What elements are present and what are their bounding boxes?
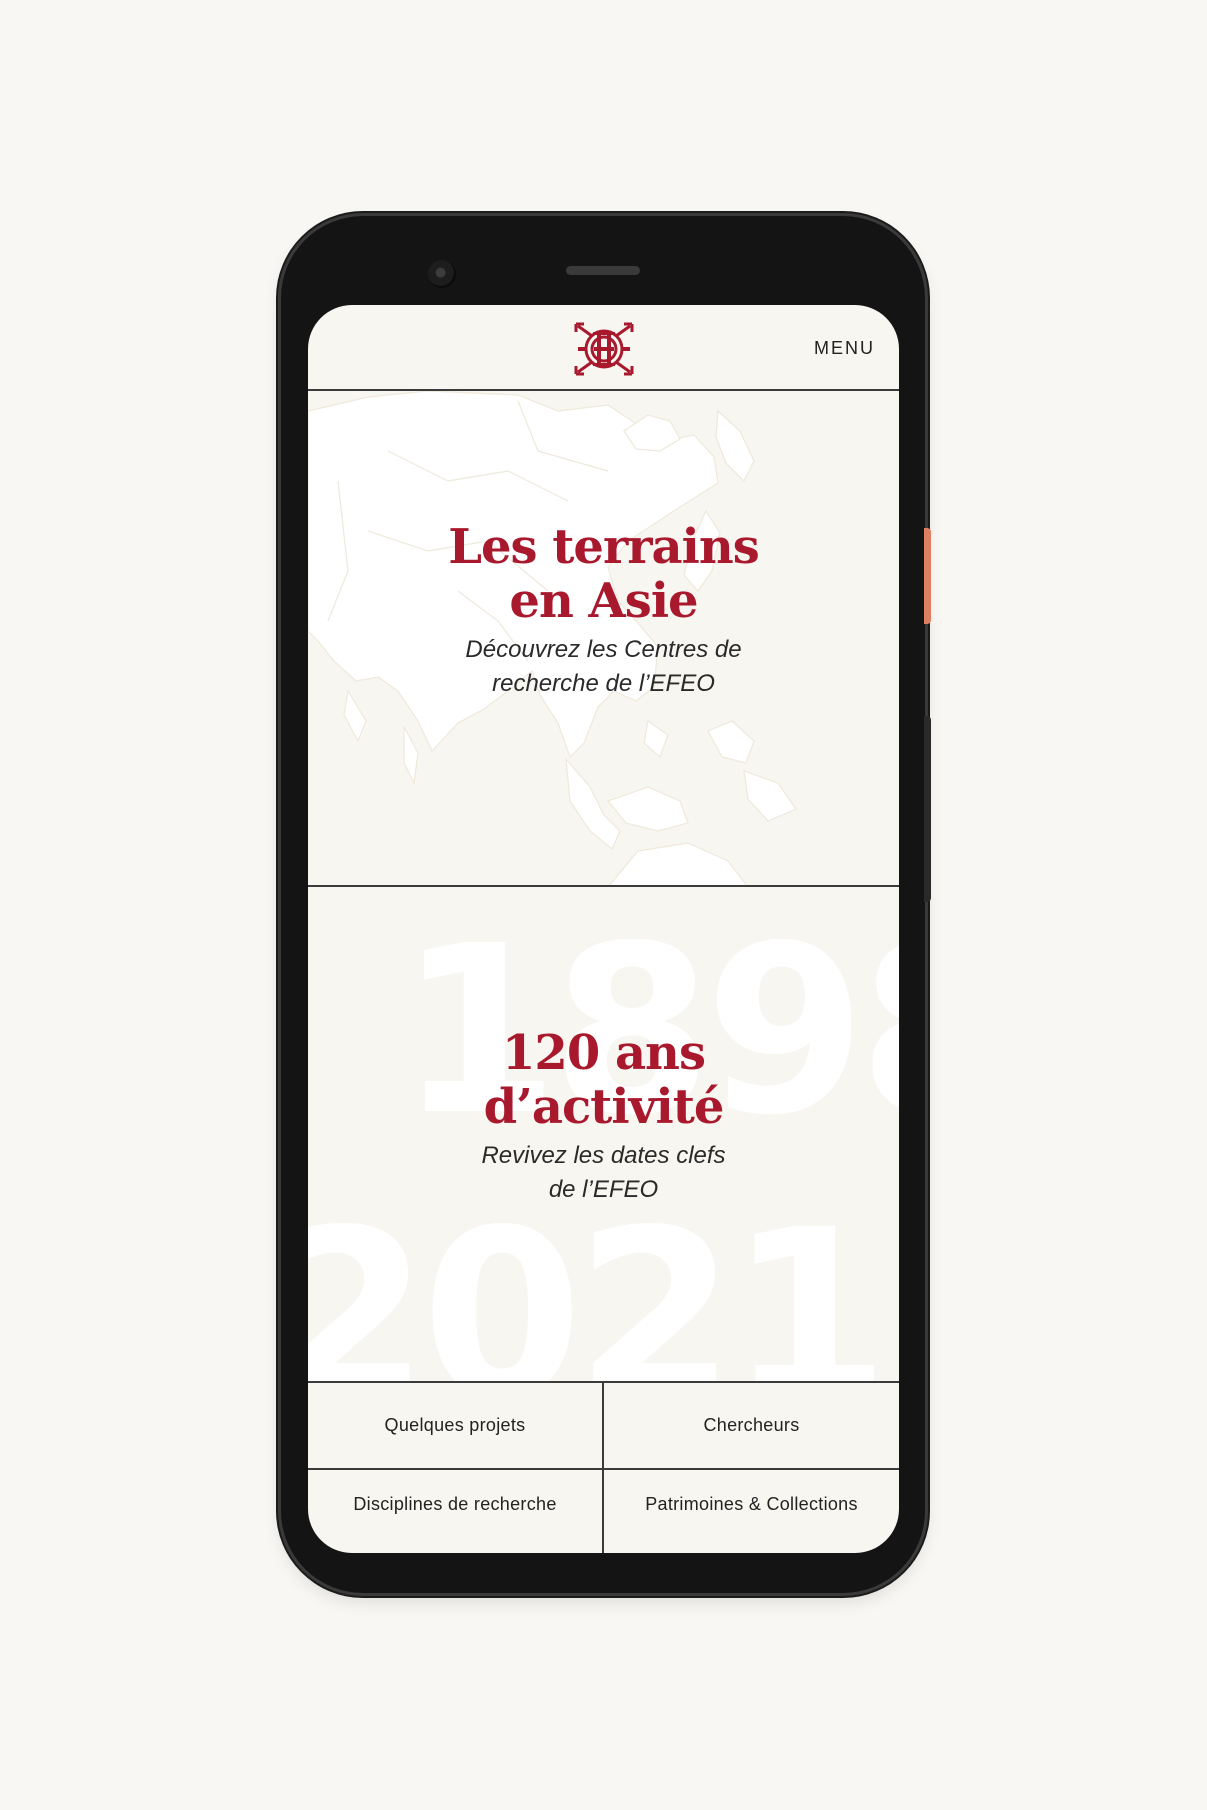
nav-link-disciplines[interactable]: Disciplines de recherche [308,1470,604,1553]
section-title-line2: d’activité [483,1079,725,1135]
background-year-2021: 2021 [308,1180,890,1383]
nav-link-projets[interactable]: Quelques projets [308,1383,604,1470]
earpiece-speaker [566,266,640,275]
phone-screen: MENU Les terrains en Asie Découvrez les … [308,305,899,1553]
section-subtitle-line2: de l’EFEO [548,1176,659,1203]
site-header: MENU [308,305,899,391]
section-title-line2: en Asie [509,573,698,629]
section-title-line1: Les terrains [448,519,760,575]
nav-link-chercheurs[interactable]: Chercheurs [604,1383,899,1470]
nav-link-patrimoines[interactable]: Patrimoines & Collections [604,1470,899,1553]
efeo-logo-icon[interactable] [572,320,636,378]
nav-grid: Quelques projets Chercheurs Disciplines … [308,1383,899,1553]
section-subtitle-line2: recherche de l’EFEO [492,670,715,697]
power-button [924,528,931,624]
section-title-line1: 120 ans [502,1025,706,1081]
section-terrains-asie[interactable]: Les terrains en Asie Découvrez les Centr… [308,391,899,887]
section-subtitle-line1: Revivez les dates clefs [481,1142,726,1169]
volume-button [924,716,931,902]
phone-frame: MENU Les terrains en Asie Découvrez les … [281,216,925,1593]
front-camera [428,260,456,288]
menu-button[interactable]: MENU [814,338,875,359]
section-120-ans[interactable]: 1898 2021 120 ans d’activité Revivez les… [308,887,899,1383]
section-subtitle-line1: Découvrez les Centres de [465,636,742,663]
